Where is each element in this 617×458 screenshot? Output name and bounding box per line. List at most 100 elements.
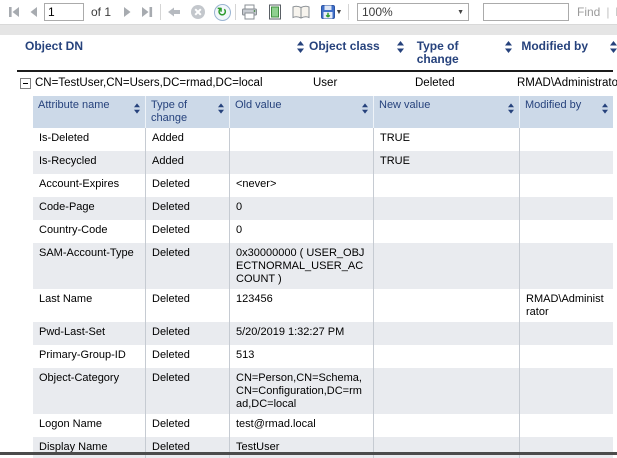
stop-button[interactable] <box>188 2 208 22</box>
cell-change: Deleted <box>145 243 229 289</box>
next-page-button[interactable] <box>117 2 137 22</box>
cell-new <box>373 345 519 368</box>
object-dn-value: CN=TestUser,CN=Users,DC=rmad,DC=local <box>35 77 313 90</box>
column-header-label: Old value <box>235 99 281 112</box>
back-arrow-icon <box>166 4 182 20</box>
sort-icon[interactable] <box>297 41 304 53</box>
report-viewer-window: of 1 ↻ ▼ 100% <box>0 0 617 458</box>
table-row: Code-PageDeleted0 <box>33 197 613 220</box>
back-button[interactable] <box>164 2 184 22</box>
table-row: Object-CategoryDeletedCN=Person,CN=Schem… <box>33 368 613 414</box>
cell-change: Deleted <box>145 174 229 197</box>
cell-change: Deleted <box>145 345 229 368</box>
export-button[interactable]: ▼ <box>317 2 345 22</box>
sort-icon[interactable] <box>508 103 514 114</box>
cell-change: Added <box>145 128 229 151</box>
column-header-new-value[interactable]: New value <box>373 96 519 128</box>
column-header-modified-by[interactable]: Modified by <box>521 40 617 53</box>
object-class-value: User <box>313 77 415 90</box>
page-margin-strip <box>0 25 617 35</box>
column-header-type-of-change[interactable]: Type of change <box>417 40 513 66</box>
cell-modified-by: RMAD\Administrator <box>519 289 613 322</box>
cell-modified-by <box>519 220 613 243</box>
cell-modified-by <box>519 368 613 414</box>
cell-attribute: Is-Deleted <box>33 128 145 151</box>
zoom-value: 100% <box>362 5 393 19</box>
previous-page-button[interactable] <box>24 2 44 22</box>
column-header-modified-by[interactable]: Modified by <box>519 96 613 128</box>
last-page-button[interactable] <box>137 2 157 22</box>
column-header-label: Type of change <box>151 99 214 125</box>
cell-new <box>373 243 519 289</box>
report-toolbar: of 1 ↻ ▼ 100% <box>0 0 617 25</box>
column-header-label: Type of change <box>417 40 502 66</box>
table-row: Logon NameDeletedtest@rmad.local <box>33 414 613 437</box>
sort-icon[interactable] <box>134 103 140 114</box>
cell-modified-by <box>519 128 613 151</box>
cell-old: 0 <box>229 197 373 220</box>
table-row: Country-CodeDeleted0 <box>33 220 613 243</box>
previous-page-icon <box>26 4 42 20</box>
find-button[interactable]: Find <box>577 5 600 19</box>
zoom-dropdown-caret-icon: ▼ <box>457 9 464 16</box>
column-header-label: Attribute name <box>38 99 110 112</box>
cell-modified-by <box>519 345 613 368</box>
column-header-attribute-name[interactable]: Attribute name <box>33 96 145 128</box>
cell-new: TRUE <box>373 151 519 174</box>
toolbar-separator <box>160 4 161 20</box>
sort-icon[interactable] <box>610 41 617 53</box>
report-body: Object DN Object class Type of change Mo… <box>0 35 617 458</box>
cell-old: <never> <box>229 174 373 197</box>
cell-new <box>373 197 519 220</box>
cell-old: 513 <box>229 345 373 368</box>
table-row: Pwd-Last-SetDeleted5/20/2019 1:32:27 PM <box>33 322 613 345</box>
cell-modified-by <box>519 414 613 437</box>
column-header-old-value[interactable]: Old value <box>229 96 373 128</box>
print-button[interactable] <box>239 2 259 22</box>
attribute-table-rows: Is-DeletedAddedTRUEIs-RecycledAddedTRUEA… <box>33 128 613 458</box>
collapse-toggle[interactable] <box>20 78 31 89</box>
column-header-object-class[interactable]: Object class <box>309 40 404 53</box>
sort-icon[interactable] <box>218 103 224 114</box>
column-header-label: New value <box>379 99 430 112</box>
table-row: SAM-Account-TypeDeleted0x30000000 ( USER… <box>33 243 613 289</box>
cell-old: 0 <box>229 220 373 243</box>
sort-icon[interactable] <box>602 103 608 114</box>
page-number-input[interactable] <box>44 3 84 21</box>
sort-icon[interactable] <box>362 103 368 114</box>
page-bottom-edge <box>0 452 617 455</box>
cell-old: 5/20/2019 1:32:27 PM <box>229 322 373 345</box>
cell-new <box>373 322 519 345</box>
refresh-icon: ↻ <box>214 4 231 21</box>
cell-change: Deleted <box>145 220 229 243</box>
page-count-label: of 1 <box>91 5 117 19</box>
sort-icon[interactable] <box>397 41 404 53</box>
first-page-button[interactable] <box>4 2 24 22</box>
table-row: Account-ExpiresDeleted<never> <box>33 174 613 197</box>
cell-attribute: Is-Recycled <box>33 151 145 174</box>
cell-modified-by <box>519 243 613 289</box>
cell-new <box>373 220 519 243</box>
cell-new: TRUE <box>373 128 519 151</box>
object-row: CN=TestUser,CN=Users,DC=rmad,DC=local Us… <box>0 72 617 94</box>
cell-attribute: Pwd-Last-Set <box>33 322 145 345</box>
print-layout-button[interactable] <box>265 2 285 22</box>
toolbar-separator <box>348 4 349 20</box>
cell-modified-by <box>519 322 613 345</box>
column-header-label: Object class <box>309 40 380 53</box>
print-layout-icon <box>267 4 283 20</box>
find-input[interactable] <box>483 3 569 21</box>
page-setup-button[interactable] <box>291 2 311 22</box>
column-header-label: Object DN <box>25 40 83 53</box>
refresh-button[interactable]: ↻ <box>212 2 232 22</box>
table-row: Last NameDeleted123456RMAD\Administrator <box>33 289 613 322</box>
cell-attribute: Account-Expires <box>33 174 145 197</box>
sort-icon[interactable] <box>505 41 512 53</box>
column-header-object-dn[interactable]: Object DN <box>25 40 304 53</box>
printer-icon <box>241 4 258 20</box>
first-page-icon <box>6 4 22 20</box>
column-header-type-of-change[interactable]: Type of change <box>145 96 229 128</box>
zoom-select[interactable]: 100% ▼ <box>357 3 469 21</box>
cell-attribute: Last Name <box>33 289 145 322</box>
table-row: Is-DeletedAdded TRUE <box>33 128 613 151</box>
